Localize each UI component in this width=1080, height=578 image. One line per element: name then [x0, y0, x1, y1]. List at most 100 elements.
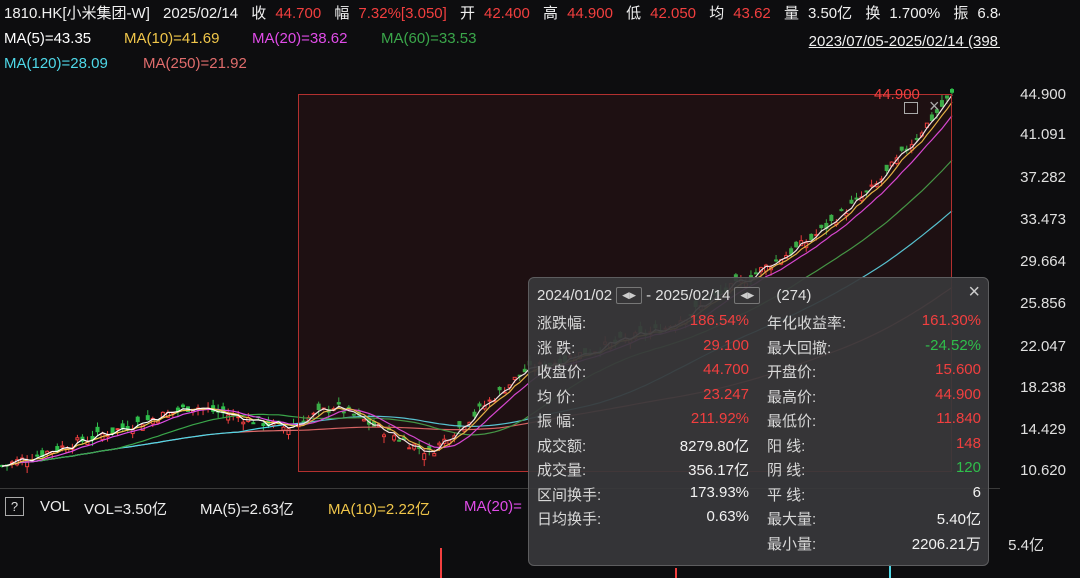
right-value: 120 [955, 459, 981, 476]
maximize-icon[interactable] [904, 102, 918, 114]
vol-ma20-legend: MA(20)= [464, 498, 522, 515]
left-label: 均 价: [537, 388, 576, 406]
right-value: 5.40亿 [936, 511, 981, 528]
end-date-stepper[interactable]: ◀▶ [734, 287, 761, 304]
candle-body [251, 422, 256, 425]
right-label: 阴 线: [767, 462, 806, 479]
left-value: 8279.80亿 [679, 437, 749, 455]
y-tick: 29.664 [1020, 253, 1066, 270]
left-value: 29.100 [703, 336, 749, 354]
open-value: 42.400 [483, 5, 530, 22]
right-label: 最低价: [767, 413, 817, 430]
right-label: 最小量: [767, 535, 817, 553]
ma10-legend: MA(10)=41.69 [124, 30, 220, 47]
right-label: 年化收益率: [767, 315, 847, 332]
avg-label: 均 [709, 5, 725, 22]
popup-header: 2024/01/02 ◀▶ - 2025/02/14 ◀▶ (274) [537, 287, 811, 304]
y-tick: 14.429 [1020, 421, 1066, 438]
right-label: 平 线: [767, 486, 806, 504]
price-axis: 44.900 41.091 37.282 33.473 29.664 25.85… [1000, 0, 1080, 578]
candle-body [145, 415, 150, 421]
selection-close-icon[interactable]: × [929, 96, 940, 117]
date-range-selector[interactable]: 2023/07/05-2025/02/14 (398日) [809, 30, 1018, 51]
vol-ma10-legend: MA(10)=2.22亿 [328, 501, 431, 518]
low-value: 42.050 [650, 5, 697, 22]
left-value: 186.54% [689, 312, 749, 329]
candle-body [180, 404, 185, 408]
turn-label: 换 [865, 5, 881, 22]
bar-count: (274) [776, 287, 812, 304]
right-value: -24.52% [925, 336, 981, 354]
candle-body [950, 89, 954, 93]
interval-stats-popup[interactable]: 2024/01/02 ◀▶ - 2025/02/14 ◀▶ (274) × 涨跌… [528, 277, 989, 566]
help-button[interactable]: ? [5, 497, 24, 516]
left-value: 356.17亿 [688, 462, 749, 479]
left-label: 振 幅: [537, 413, 576, 430]
y-tick: 25.856 [1020, 295, 1066, 312]
start-date[interactable]: 2024/01/02 [537, 287, 612, 304]
left-value: 44.700 [703, 361, 749, 378]
right-label: 最大量: [767, 511, 817, 528]
right-value: 44.900 [935, 385, 981, 403]
right-label: 阳 线: [767, 437, 806, 455]
candle-body [110, 427, 115, 434]
ma20-legend: MA(20)=38.62 [252, 30, 348, 47]
y-tick: 10.620 [1020, 462, 1066, 479]
open-label: 开 [459, 5, 475, 22]
candle-body [95, 426, 100, 433]
candle-body [286, 428, 291, 435]
right-label: 最高价: [767, 388, 817, 406]
right-label: 开盘价: [767, 364, 817, 381]
left-label: 涨跌幅: [537, 315, 587, 332]
amp-label: 振 [953, 5, 969, 22]
quote-date: 2025/02/14 [163, 5, 239, 22]
high-label: 高 [543, 5, 559, 22]
left-label: 涨 跌: [537, 339, 576, 357]
close-value: 44.700 [275, 5, 322, 22]
y-tick: 18.238 [1020, 379, 1066, 396]
left-label: 成交额: [537, 437, 587, 455]
selection-high-label: 44.900 [874, 86, 920, 103]
y-tick: 37.282 [1020, 169, 1066, 186]
right-value: 11.840 [936, 410, 981, 427]
candle-body [75, 437, 80, 441]
right-value: 2206.21万 [911, 535, 981, 553]
candle-body [115, 428, 120, 431]
y-tick: 33.473 [1020, 211, 1066, 228]
vol-indicator-name[interactable]: VOL [40, 498, 70, 515]
left-label: 日均换手: [537, 511, 602, 528]
close-label: 收 [251, 5, 267, 22]
vol-value: 3.50亿 [807, 5, 853, 22]
candle-body [120, 423, 125, 429]
chg-value: 7.32%[3.050] [358, 5, 447, 22]
chg-label: 幅 [334, 5, 350, 22]
left-label: 收盘价: [537, 364, 587, 381]
high-value: 44.900 [567, 5, 613, 22]
left-value: 173.93% [689, 483, 749, 501]
vol-value-legend: VOL=3.50亿 [84, 501, 167, 518]
candle-body [60, 445, 65, 448]
left-value: 23.247 [703, 385, 749, 403]
right-value: 15.600 [935, 361, 981, 378]
right-value: 6 [972, 483, 981, 501]
low-label: 低 [626, 5, 642, 22]
ma60-legend: MA(60)=33.53 [381, 30, 477, 47]
vol-axis-label: 5.4亿 [1008, 537, 1044, 554]
end-date[interactable]: - 2025/02/14 [646, 287, 730, 304]
ma250-legend: MA(250)=21.92 [143, 55, 247, 72]
candle-body [241, 421, 246, 425]
symbol: 1810.HK[小米集团-W] [4, 5, 150, 22]
turn-value: 1.700% [889, 5, 941, 22]
start-date-stepper[interactable]: ◀▶ [616, 287, 643, 304]
y-tick: 44.900 [1020, 86, 1066, 103]
left-label: 成交量: [537, 462, 587, 479]
y-tick: 22.047 [1020, 338, 1066, 355]
avg-value: 43.62 [733, 5, 771, 22]
y-tick: 41.091 [1020, 126, 1066, 143]
left-value: 211.92% [690, 410, 749, 427]
candle-body [261, 423, 266, 427]
ma5-legend: MA(5)=43.35 [4, 30, 92, 47]
left-value: 0.63% [706, 508, 749, 525]
vol-label: 量 [783, 5, 799, 22]
popup-close-icon[interactable]: × [968, 281, 980, 304]
